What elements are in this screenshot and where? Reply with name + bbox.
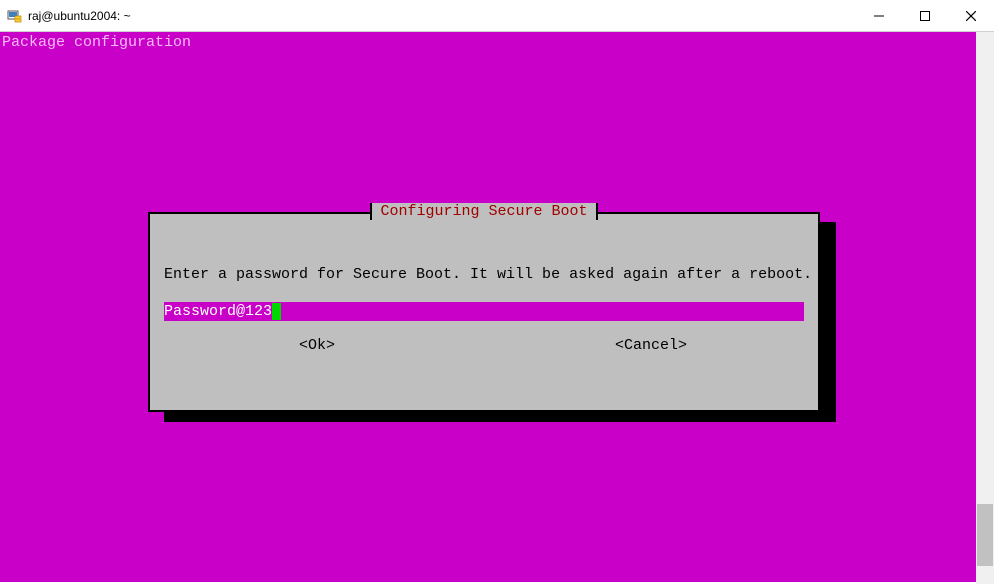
dialog-prompt: Enter a password for Secure Boot. It wil… xyxy=(164,266,812,283)
password-value: Password@123 xyxy=(164,303,272,320)
minimize-button[interactable] xyxy=(856,0,902,31)
password-input[interactable]: Password@123 xyxy=(164,302,804,321)
scrollbar-thumb[interactable] xyxy=(977,504,993,566)
ok-button[interactable]: <Ok> xyxy=(150,337,484,354)
dialog-title: Configuring Secure Boot xyxy=(370,203,597,220)
window-title-bar: raj@ubuntu2004: ~ xyxy=(0,0,994,32)
putty-icon xyxy=(6,8,22,24)
cancel-button[interactable]: <Cancel> xyxy=(484,337,818,354)
close-button[interactable] xyxy=(948,0,994,31)
maximize-button[interactable] xyxy=(902,0,948,31)
terminal[interactable]: Package configuration Configuring Secure… xyxy=(0,32,976,582)
client-area: Package configuration Configuring Secure… xyxy=(0,32,994,584)
window-title: raj@ubuntu2004: ~ xyxy=(28,9,131,23)
window-controls xyxy=(856,0,994,31)
scrollbar-track[interactable] xyxy=(976,32,994,584)
secure-boot-dialog: Configuring Secure Boot Enter a password… xyxy=(148,212,820,412)
text-cursor xyxy=(272,303,281,320)
dialog-buttons: <Ok> <Cancel> xyxy=(150,337,818,354)
dialog-title-wrap: Configuring Secure Boot xyxy=(150,203,818,220)
terminal-header-text: Package configuration xyxy=(2,34,191,51)
